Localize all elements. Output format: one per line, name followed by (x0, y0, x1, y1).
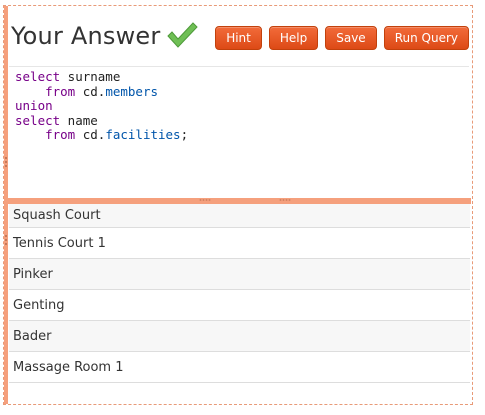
hint-button[interactable]: Hint (215, 26, 262, 50)
code-line[interactable]: union (15, 98, 469, 114)
left-grip-handle[interactable] (4, 156, 8, 168)
table-cell: Bader (13, 328, 52, 344)
sql-text: surname (60, 69, 121, 84)
table-cell: Tennis Court 1 (13, 235, 106, 251)
table-row: Massage Room 1 (9, 352, 470, 383)
table-row: Pinker (9, 259, 470, 290)
sql-keyword: select (15, 112, 61, 128)
table-row: Tennis Court 1 (9, 228, 470, 259)
sql-identifier: members (105, 83, 159, 99)
left-grip-handle-lower[interactable] (4, 234, 8, 246)
toolbar: Hint Help Save Run Query (215, 26, 469, 50)
left-resize-bar[interactable] (4, 6, 8, 404)
splitter-grip-right[interactable] (279, 199, 291, 201)
sql-editor[interactable]: select surname from cd.members union selec… (9, 66, 469, 196)
code-line[interactable]: select name (15, 112, 469, 129)
sql-identifier: facilities (105, 127, 181, 142)
table-cell: Genting (13, 297, 65, 313)
answer-header: Your Answer (11, 18, 199, 54)
results-table: Squash Court Tennis Court 1 Pinker Genting B… (9, 204, 470, 383)
table-row: Bader (9, 321, 470, 352)
save-button[interactable]: Save (325, 26, 377, 50)
table-row: Squash Court (9, 204, 470, 228)
table-cell: Pinker (13, 266, 53, 282)
run-query-button[interactable]: Run Query (383, 26, 469, 50)
table-cell: Massage Room 1 (13, 359, 124, 375)
sql-keyword: from (45, 83, 76, 99)
code-line[interactable]: select surname (15, 69, 469, 85)
help-button[interactable]: Help (268, 26, 319, 50)
table-cell: Squash Court (13, 208, 101, 223)
sql-keyword: union (15, 98, 53, 113)
sql-keyword: from (45, 127, 76, 142)
splitter-grip-left[interactable] (199, 199, 211, 201)
check-mark-icon (166, 21, 199, 53)
table-row: Genting (9, 290, 470, 321)
sql-keyword: select (15, 69, 61, 84)
sql-text: name (60, 112, 98, 128)
page-title: Your Answer (11, 22, 161, 50)
sql-text: cd. (75, 83, 106, 99)
code-line[interactable]: from cd.members (15, 83, 469, 100)
code-line[interactable]: from cd.facilities; (15, 127, 469, 143)
sql-text: cd. (75, 127, 106, 142)
sql-text: ; (180, 127, 189, 142)
